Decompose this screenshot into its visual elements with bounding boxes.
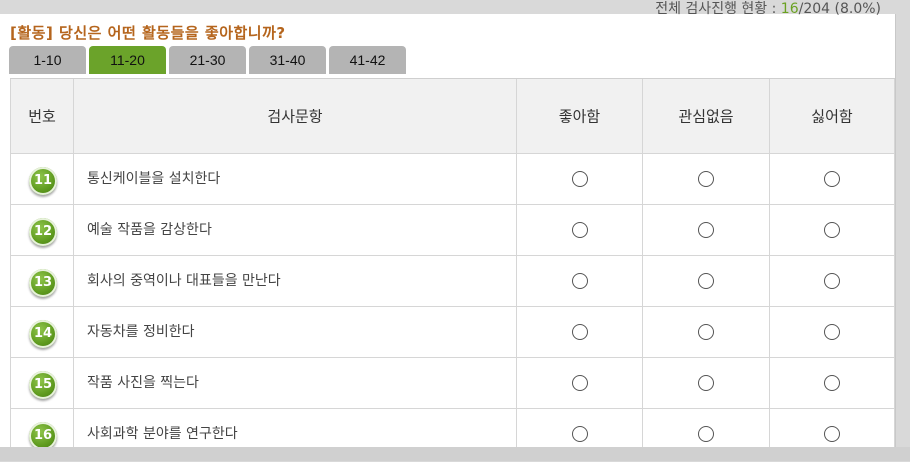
dislike-radio[interactable] [824, 324, 840, 340]
table-row: 12 예술 작품을 감상한다 [10, 205, 895, 256]
question-text: 회사의 중역이나 대표들을 만난다 [87, 273, 281, 289]
question-text: 작품 사진을 찍는다 [87, 375, 199, 391]
table-row: 15 작품 사진을 찍는다 [10, 358, 895, 409]
question-number-badge: 15 [29, 371, 57, 399]
tab-41-42[interactable]: 41-42 [329, 46, 406, 74]
header-question: 검사문항 [74, 79, 517, 153]
tab-1-10[interactable]: 1-10 [9, 46, 86, 74]
tab-31-40[interactable]: 31-40 [249, 46, 326, 74]
neutral-radio[interactable] [698, 273, 714, 289]
question-number-badge: 12 [29, 218, 57, 246]
survey-panel: 전체 검사진행 현황 : 16/204 (8.0%) [활동] 당신은 어떤 활… [0, 1, 896, 462]
neutral-radio[interactable] [698, 324, 714, 340]
dislike-radio[interactable] [824, 171, 840, 187]
progress-total: /204 (8.0%) [798, 1, 881, 17]
dislike-radio[interactable] [824, 273, 840, 289]
question-number-badge: 13 [29, 269, 57, 297]
bottom-scroll-band [0, 447, 910, 461]
header-dislike: 싫어함 [770, 79, 895, 153]
table-row: 11 통신케이블을 설치한다 [10, 154, 895, 205]
like-radio[interactable] [571, 324, 588, 340]
progress-status: 전체 검사진행 현황 : 16/204 (8.0%) [655, 0, 881, 18]
like-radio[interactable] [571, 426, 588, 442]
dislike-radio[interactable] [824, 375, 840, 391]
neutral-radio[interactable] [698, 171, 714, 187]
like-radio[interactable] [571, 171, 588, 187]
question-table: 번호 검사문항 좋아함 관심없음 싫어함 11 통신케이블을 설치한다 12 예… [10, 78, 895, 462]
section-title: [활동] 당신은 어떤 활동들을 좋아합니까? [10, 24, 286, 42]
table-row: 14 자동차를 정비한다 [10, 307, 895, 358]
progress-done: 16 [780, 1, 799, 17]
progress-label: 전체 검사진행 현황 : [655, 1, 781, 17]
neutral-radio[interactable] [698, 222, 714, 238]
header-neutral: 관심없음 [643, 79, 770, 153]
like-radio[interactable] [571, 375, 588, 391]
like-radio[interactable] [571, 273, 588, 289]
question-number-badge: 14 [29, 320, 57, 348]
question-text: 예술 작품을 감상한다 [87, 222, 212, 238]
question-number-badge: 16 [29, 422, 57, 450]
tab-21-30[interactable]: 21-30 [169, 46, 246, 74]
tab-11-20[interactable]: 11-20 [89, 46, 166, 74]
neutral-radio[interactable] [698, 375, 714, 391]
question-text: 자동차를 정비한다 [87, 324, 195, 340]
question-number-badge: 11 [29, 167, 57, 195]
neutral-radio[interactable] [698, 426, 714, 442]
dislike-radio[interactable] [824, 426, 840, 442]
header-like: 좋아함 [517, 79, 643, 153]
dislike-radio[interactable] [824, 222, 840, 238]
like-radio[interactable] [571, 222, 588, 238]
header-no: 번호 [10, 79, 74, 153]
table-row: 13 회사의 중역이나 대표들을 만난다 [10, 256, 895, 307]
question-text: 통신케이블을 설치한다 [87, 171, 221, 187]
table-header: 번호 검사문항 좋아함 관심없음 싫어함 [10, 79, 895, 154]
